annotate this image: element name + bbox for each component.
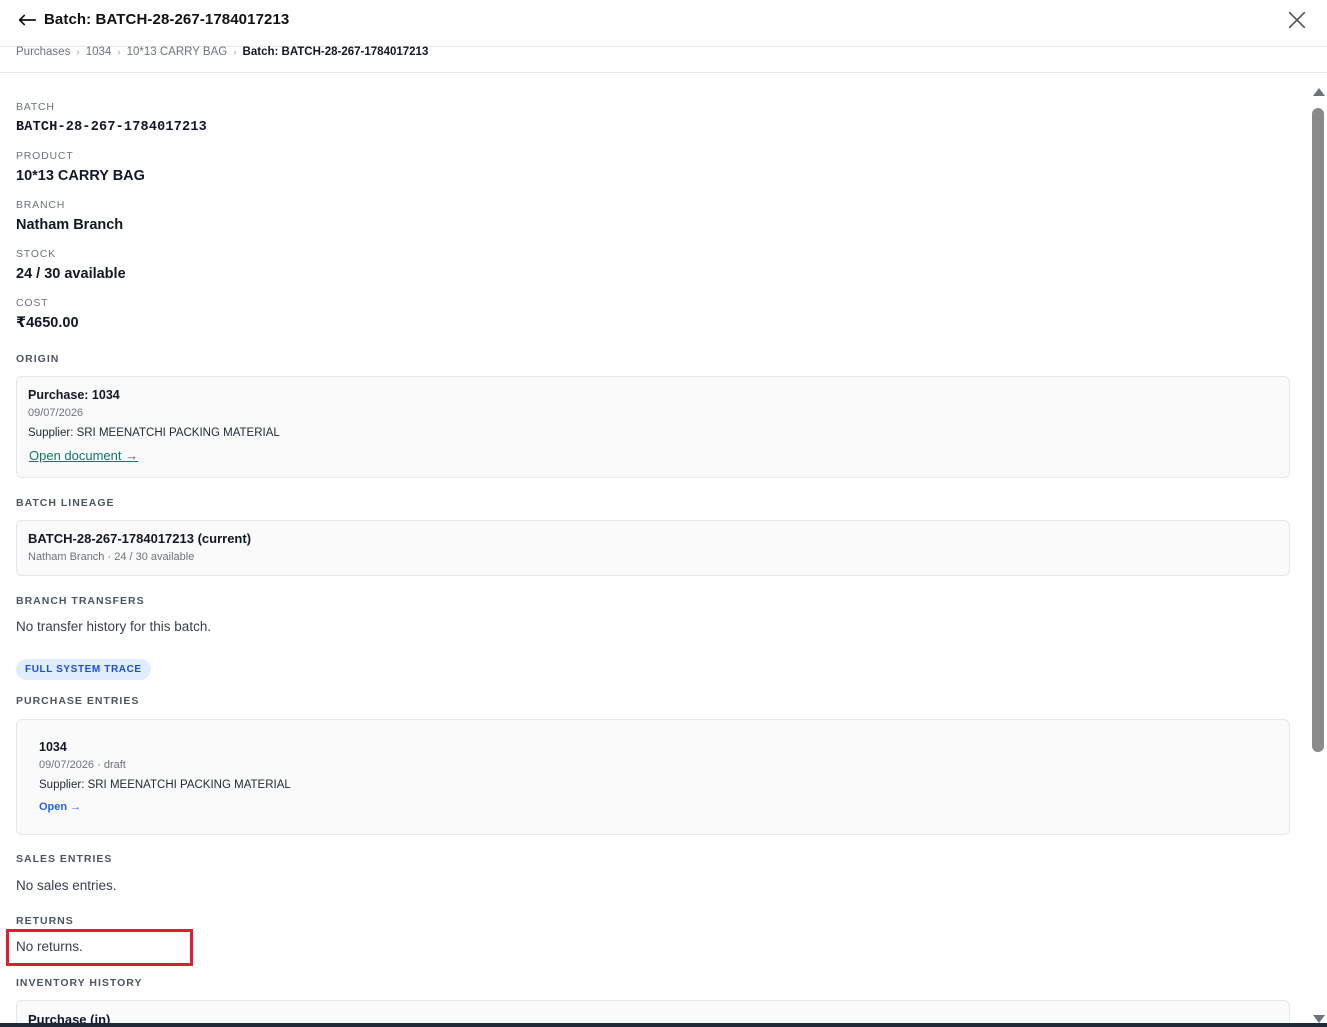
close-icon [1288,11,1306,29]
stock-label: STOCK [16,248,56,260]
dialog-header: Batch: BATCH-28-267-1784017213 [0,0,1327,47]
breadcrumb-purchase-1034[interactable]: 1034 [86,46,112,58]
inventory-history-card: Purchase (in) [16,1000,1290,1023]
returns-highlight-box [6,929,193,966]
breadcrumb-separator: › [76,46,80,58]
origin-card: Purchase: 1034 09/07/2026 Supplier: SRI … [16,376,1290,478]
cost-label: COST [16,297,49,309]
breadcrumb-separator: › [233,46,237,58]
scroll-down-arrow-icon[interactable] [1313,1015,1325,1023]
origin-date: 09/07/2026 [28,407,84,419]
purchase-entry-open-link[interactable]: Open → [39,801,81,813]
batch-value: BATCH-28-267-1784017213 [16,120,207,135]
back-button[interactable] [14,8,40,34]
breadcrumb-separator: › [117,46,121,58]
purchase-entries-section-title: PURCHASE ENTRIES [16,695,140,707]
inventory-history-section-title: INVENTORY HISTORY [16,977,143,989]
purchase-entry-title: 1034 [39,740,67,754]
inventory-history-item-title: Purchase (in) [28,1012,111,1023]
purchase-entry-meta: 09/07/2026 · draft [39,759,126,771]
origin-title: Purchase: 1034 [28,388,120,402]
breadcrumb-purchases[interactable]: Purchases [16,46,70,58]
branch-value: Natham Branch [16,217,124,233]
product-label: PRODUCT [16,150,74,162]
lineage-card[interactable]: BATCH-28-267-1784017213 (current) Natham… [16,520,1290,576]
content-scrollbar[interactable] [1311,88,1325,1023]
breadcrumb-product[interactable]: 10*13 CARRY BAG [127,46,228,58]
purchase-entry-card: 1034 09/07/2026 · draft Supplier: SRI ME… [16,719,1290,835]
branch-label: BRANCH [16,199,66,211]
bottom-edge [0,1023,1327,1027]
breadcrumb: Purchases › 1034 › 10*13 CARRY BAG › Bat… [16,45,428,59]
scroll-up-arrow-icon[interactable] [1313,88,1325,96]
lineage-subtitle: Natham Branch · 24 / 30 available [28,551,195,563]
close-button[interactable] [1285,9,1309,33]
batch-label: BATCH [16,101,55,113]
returns-section-title: RETURNS [16,915,74,927]
full-system-trace-badge: FULL SYSTEM TRACE [16,659,151,680]
open-document-link[interactable]: Open document → [29,448,138,463]
scrollbar-thumb[interactable] [1312,108,1324,752]
lineage-current-batch: BATCH-28-267-1784017213 (current) [28,531,252,546]
transfers-empty-text: No transfer history for this batch. [16,619,212,634]
origin-section-title: ORIGIN [16,353,60,365]
stock-value: 24 / 30 available [16,266,126,282]
sales-entries-section-title: SALES ENTRIES [16,853,113,865]
cost-value: ₹4650.00 [16,315,79,331]
product-value: 10*13 CARRY BAG [16,168,145,184]
lineage-section-title: BATCH LINEAGE [16,497,115,509]
page-title: Batch: BATCH-28-267-1784017213 [44,11,290,28]
sales-entries-empty-text: No sales entries. [16,878,117,893]
arrow-left-icon [18,14,37,25]
transfers-section-title: BRANCH TRANSFERS [16,595,145,607]
origin-supplier: Supplier: SRI MEENATCHI PACKING MATERIAL [28,427,280,439]
purchase-entry-supplier: Supplier: SRI MEENATCHI PACKING MATERIAL [39,779,291,791]
batch-detail-content: BATCH BATCH-28-267-1784017213 PRODUCT 10… [0,73,1308,1023]
breadcrumb-current-batch: Batch: BATCH-28-267-1784017213 [242,46,429,58]
